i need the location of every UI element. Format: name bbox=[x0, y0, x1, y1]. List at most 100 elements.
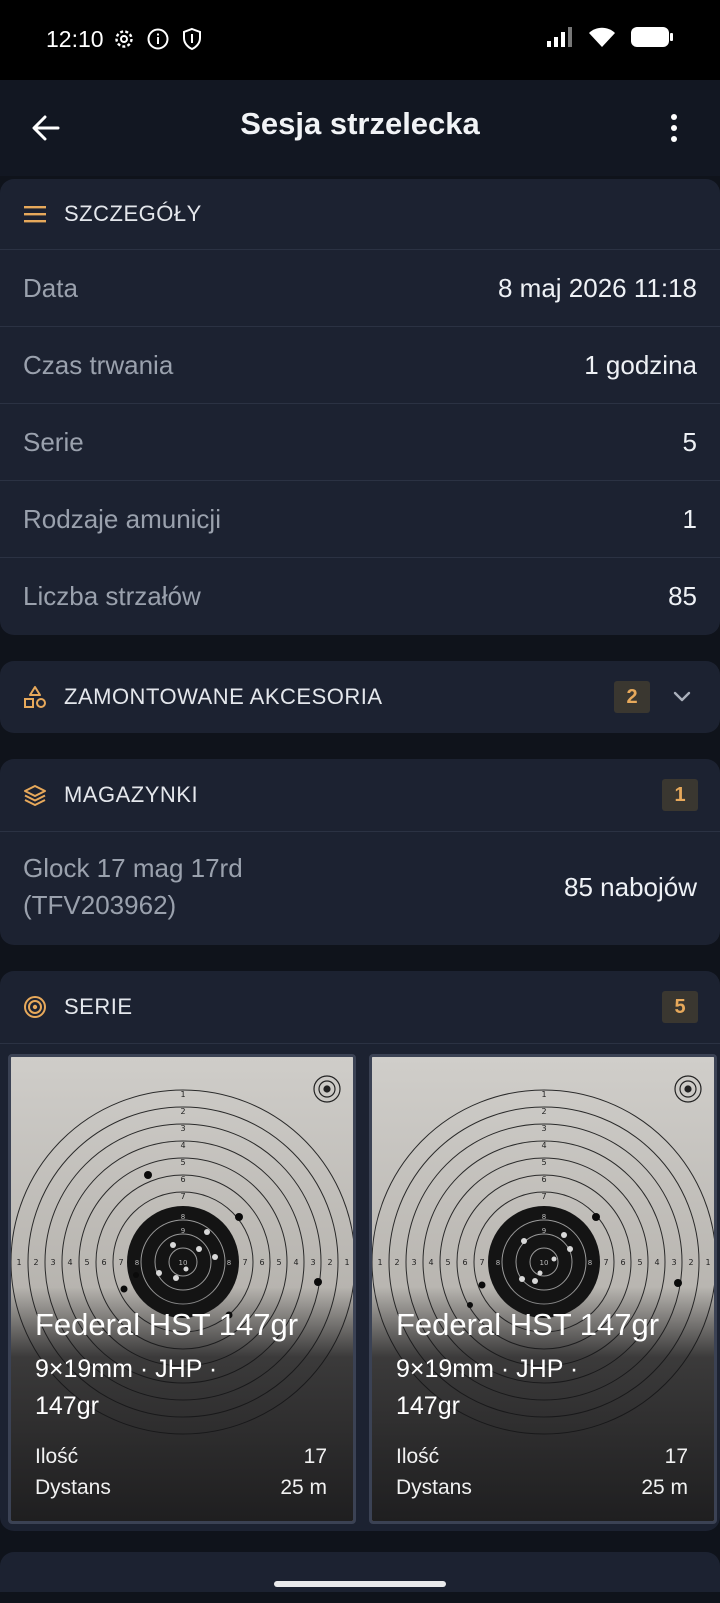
home-indicator[interactable] bbox=[274, 1581, 446, 1587]
magazine-name: Glock 17 mag 17rd (TFV203962) bbox=[23, 853, 243, 920]
quantity-label: Ilość bbox=[35, 1445, 79, 1468]
svg-text:6: 6 bbox=[101, 1258, 106, 1267]
svg-text:4: 4 bbox=[67, 1258, 72, 1267]
svg-text:8: 8 bbox=[135, 1259, 139, 1267]
svg-text:5: 5 bbox=[445, 1258, 450, 1267]
svg-text:4: 4 bbox=[654, 1258, 659, 1267]
svg-text:8: 8 bbox=[588, 1259, 592, 1267]
accessories-title: ZAMONTOWANE AKCESORIA bbox=[64, 684, 383, 709]
detail-row-date: Data 8 maj 2026 11:18 bbox=[0, 250, 720, 327]
svg-text:2: 2 bbox=[180, 1107, 185, 1116]
magazines-title: MAGAZYNKI bbox=[64, 782, 199, 807]
svg-text:4: 4 bbox=[293, 1258, 298, 1267]
svg-text:7: 7 bbox=[118, 1258, 123, 1267]
shield-icon bbox=[180, 27, 204, 56]
svg-text:2: 2 bbox=[541, 1107, 546, 1116]
svg-text:10: 10 bbox=[179, 1259, 188, 1267]
svg-text:4: 4 bbox=[428, 1258, 433, 1267]
detail-label: Rodzaje amunicji bbox=[23, 503, 221, 534]
quantity-row: Ilość 17 bbox=[396, 1445, 688, 1469]
svg-text:5: 5 bbox=[637, 1258, 642, 1267]
ammo-specs: 9×19mm · JHP · 147gr bbox=[396, 1355, 579, 1420]
detail-value: 85 bbox=[668, 580, 697, 611]
wifi-icon bbox=[588, 26, 616, 53]
app-bar: Sesja strzelecka bbox=[0, 80, 720, 176]
magazines-count-badge: 1 bbox=[662, 779, 698, 811]
more-options-button[interactable] bbox=[650, 104, 698, 152]
detail-value: 8 maj 2026 11:18 bbox=[498, 272, 697, 303]
svg-text:5: 5 bbox=[180, 1158, 185, 1167]
distance-value: 25 m bbox=[641, 1476, 688, 1499]
svg-text:3: 3 bbox=[411, 1258, 416, 1267]
quantity-label: Ilość bbox=[396, 1445, 440, 1468]
svg-text:7: 7 bbox=[479, 1258, 484, 1267]
svg-text:2: 2 bbox=[33, 1258, 38, 1267]
settings-gear-icon bbox=[112, 27, 136, 56]
quantity-row: Ilość 17 bbox=[35, 1445, 327, 1469]
details-header: SZCZEGÓŁY bbox=[0, 179, 720, 250]
svg-text:6: 6 bbox=[259, 1258, 264, 1267]
svg-text:8: 8 bbox=[227, 1259, 231, 1267]
svg-text:3: 3 bbox=[541, 1124, 546, 1133]
status-bar: 12:10 bbox=[0, 0, 720, 80]
svg-text:10: 10 bbox=[540, 1259, 549, 1267]
quantity-value: 17 bbox=[664, 1445, 688, 1468]
detail-label: Liczba strzałów bbox=[23, 580, 201, 611]
svg-text:1: 1 bbox=[16, 1258, 21, 1267]
page-title: Sesja strzelecka bbox=[240, 106, 480, 141]
svg-text:1: 1 bbox=[377, 1258, 382, 1267]
svg-text:8: 8 bbox=[542, 1213, 546, 1221]
accessories-card[interactable]: ZAMONTOWANE AKCESORIA 2 bbox=[0, 661, 720, 733]
accessories-count-badge: 2 bbox=[614, 681, 650, 713]
chevron-down-icon[interactable] bbox=[672, 686, 692, 711]
svg-text:1: 1 bbox=[705, 1258, 710, 1267]
ammo-name: Federal HST 147gr bbox=[35, 1307, 299, 1342]
svg-text:4: 4 bbox=[541, 1141, 546, 1150]
accessories-header[interactable]: ZAMONTOWANE AKCESORIA 2 bbox=[0, 661, 720, 733]
svg-text:7: 7 bbox=[242, 1258, 247, 1267]
ammo-specs: 9×19mm · JHP · 147gr bbox=[35, 1355, 218, 1420]
ammo-name: Federal HST 147gr bbox=[396, 1307, 660, 1342]
layers-icon bbox=[22, 782, 48, 808]
detail-value: 1 godzina bbox=[584, 349, 697, 380]
svg-text:5: 5 bbox=[84, 1258, 89, 1267]
series-list: 1 2 3 4 5 6 7 1 2 3 4 5 6 7 7 6 5 4 3 2 1 8 9 10 8 8 Federal H… bbox=[0, 1054, 720, 1526]
svg-text:3: 3 bbox=[50, 1258, 55, 1267]
svg-text:7: 7 bbox=[603, 1258, 608, 1267]
svg-text:6: 6 bbox=[462, 1258, 467, 1267]
magazine-item[interactable]: Glock 17 mag 17rd (TFV203962) 85 nabojów bbox=[0, 832, 720, 942]
svg-text:3: 3 bbox=[310, 1258, 315, 1267]
detail-label: Serie bbox=[23, 426, 84, 457]
shapes-icon bbox=[22, 684, 48, 710]
svg-text:7: 7 bbox=[180, 1192, 185, 1201]
detail-label: Data bbox=[23, 272, 78, 303]
distance-value: 25 m bbox=[280, 1476, 327, 1499]
series-tile[interactable]: 1 2 3 4 5 6 7 1 2 3 4 5 6 7 7 6 5 4 3 2 1 8 9 10 8 8 Federal H… bbox=[369, 1054, 717, 1524]
detail-row-shots: Liczba strzałów 85 bbox=[0, 558, 720, 634]
svg-text:4: 4 bbox=[180, 1141, 185, 1150]
signal-icon bbox=[546, 26, 574, 53]
more-vertical-icon bbox=[671, 114, 677, 142]
series-tile[interactable]: 1 2 3 4 5 6 7 1 2 3 4 5 6 7 7 6 5 4 3 2 1 8 9 10 8 8 Federal H… bbox=[8, 1054, 356, 1524]
status-time: 12:10 bbox=[46, 26, 104, 52]
series-title: SERIE bbox=[64, 994, 133, 1019]
distance-row: Dystans 25 m bbox=[396, 1476, 688, 1500]
series-count-badge: 5 bbox=[662, 991, 698, 1023]
svg-text:2: 2 bbox=[327, 1258, 332, 1267]
svg-text:6: 6 bbox=[620, 1258, 625, 1267]
svg-text:9: 9 bbox=[181, 1227, 185, 1235]
magazines-card: MAGAZYNKI 1 Glock 17 mag 17rd (TFV203962… bbox=[0, 759, 720, 945]
svg-text:7: 7 bbox=[541, 1192, 546, 1201]
list-lines-icon bbox=[22, 201, 48, 227]
details-card: SZCZEGÓŁY Data 8 maj 2026 11:18 Czas trw… bbox=[0, 179, 720, 635]
distance-row: Dystans 25 m bbox=[35, 1476, 327, 1500]
svg-text:6: 6 bbox=[180, 1175, 185, 1184]
magazines-header: MAGAZYNKI 1 bbox=[0, 759, 720, 832]
svg-text:2: 2 bbox=[394, 1258, 399, 1267]
svg-text:6: 6 bbox=[541, 1175, 546, 1184]
svg-text:1: 1 bbox=[344, 1258, 349, 1267]
detail-row-ammo-types: Rodzaje amunicji 1 bbox=[0, 481, 720, 558]
series-header: SERIE 5 bbox=[0, 971, 720, 1044]
detail-row-series: Serie 5 bbox=[0, 404, 720, 481]
svg-text:5: 5 bbox=[276, 1258, 281, 1267]
